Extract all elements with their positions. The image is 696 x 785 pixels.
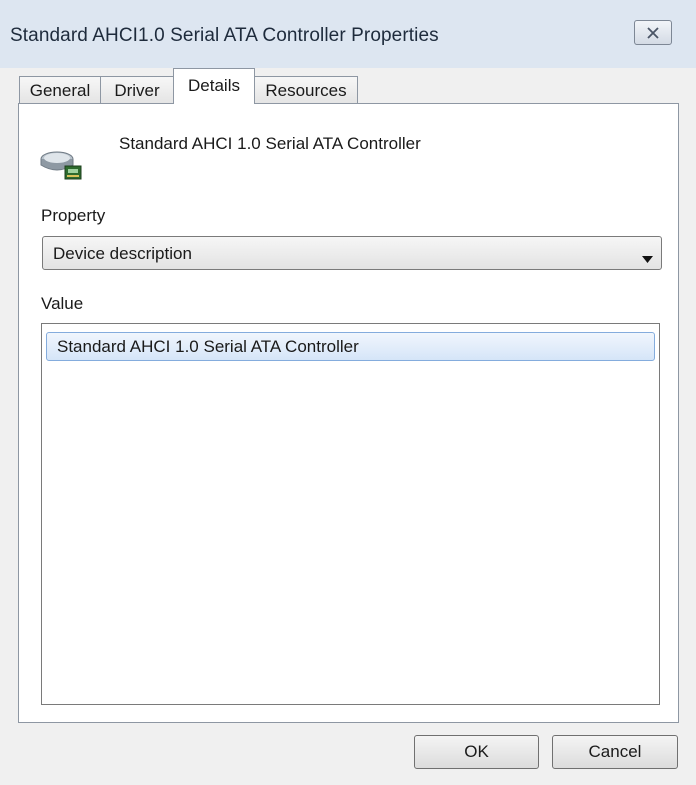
tab-details[interactable]: Details bbox=[173, 68, 255, 104]
property-label: Property bbox=[41, 206, 106, 225]
dropdown-arrow-icon bbox=[642, 250, 653, 268]
list-item[interactable]: Standard AHCI 1.0 Serial ATA Controller bbox=[46, 332, 655, 361]
details-panel: Standard AHCI 1.0 Serial ATA Controller … bbox=[18, 103, 679, 723]
cancel-button[interactable]: Cancel bbox=[552, 735, 678, 769]
tab-driver[interactable]: Driver bbox=[100, 76, 174, 104]
property-selected-value: Device description bbox=[53, 244, 192, 263]
value-label: Value bbox=[41, 294, 84, 313]
device-name: Standard AHCI 1.0 Serial ATA Controller bbox=[119, 134, 421, 153]
close-x-icon bbox=[646, 26, 660, 39]
properties-dialog: Standard AHCI1.0 Serial ATA Controller P… bbox=[0, 0, 696, 785]
value-list[interactable]: Standard AHCI 1.0 Serial ATA Controller bbox=[41, 323, 660, 705]
storage-controller-icon bbox=[39, 139, 83, 183]
tab-resources[interactable]: Resources bbox=[254, 76, 358, 104]
tab-general[interactable]: General bbox=[19, 76, 101, 104]
window-title: Standard AHCI1.0 Serial ATA Controller P… bbox=[10, 25, 439, 46]
title-bar[interactable]: Standard AHCI1.0 Serial ATA Controller P… bbox=[0, 0, 696, 68]
ok-button[interactable]: OK bbox=[414, 735, 539, 769]
dialog-body: General Driver Details Resources Standar… bbox=[0, 68, 696, 785]
list-item-text: Standard AHCI 1.0 Serial ATA Controller bbox=[57, 337, 359, 356]
close-button[interactable] bbox=[634, 20, 672, 45]
property-dropdown[interactable]: Device description bbox=[42, 236, 662, 270]
